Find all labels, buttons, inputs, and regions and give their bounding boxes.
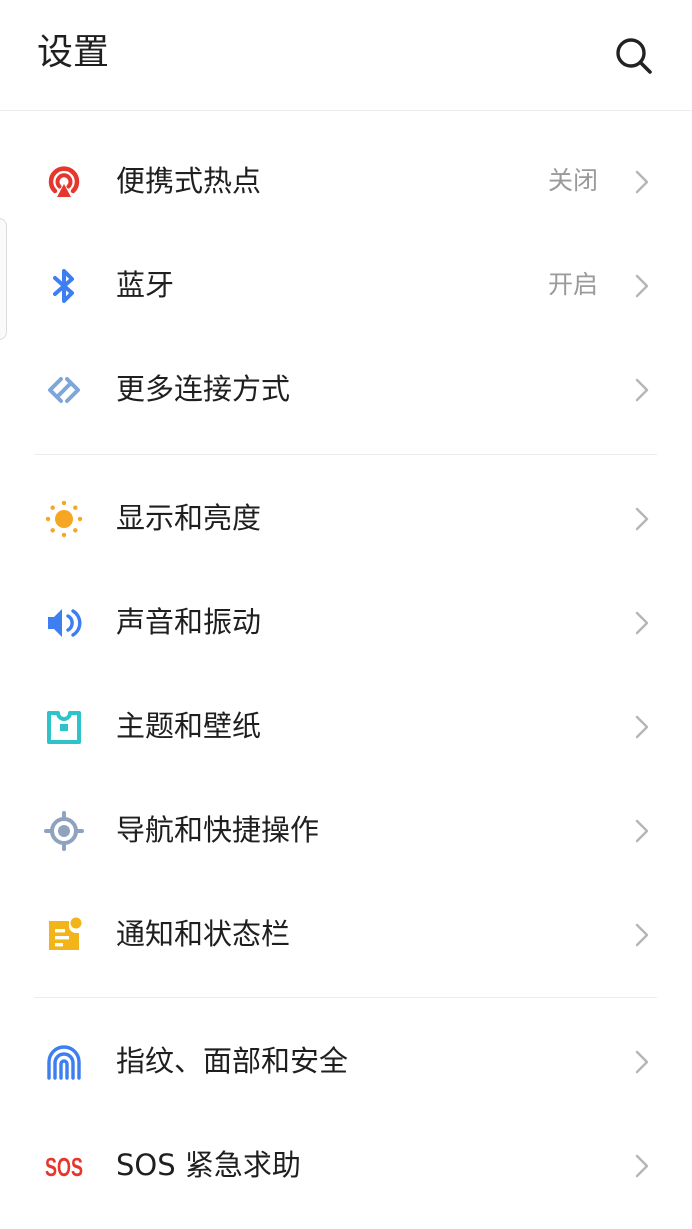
- item-label: 声音和振动: [116, 605, 262, 639]
- item-label: 蓝牙: [116, 268, 175, 302]
- connection-icon: [44, 370, 84, 410]
- notification-icon: [44, 915, 84, 955]
- hotspot-icon: [44, 162, 84, 202]
- item-label: 通知和状态栏: [116, 917, 291, 951]
- chevron-right-icon: [632, 609, 652, 637]
- item-label: 指纹、面部和安全: [116, 1044, 349, 1078]
- sun-icon: [44, 499, 84, 539]
- chevron-right-icon: [632, 168, 652, 196]
- speaker-icon: [44, 603, 84, 643]
- settings-item-hotspot[interactable]: 便携式热点 关闭: [0, 130, 692, 234]
- item-label: 显示和亮度: [116, 501, 262, 535]
- settings-item-navigation[interactable]: 导航和快捷操作: [0, 779, 692, 883]
- navigation-icon: [44, 811, 84, 851]
- item-label: SOS 紧急求助: [116, 1148, 301, 1182]
- chevron-right-icon: [632, 376, 652, 404]
- theme-icon: [44, 707, 84, 747]
- chevron-right-icon: [632, 272, 652, 300]
- settings-item-bluetooth[interactable]: 蓝牙 开启: [0, 234, 692, 338]
- chevron-right-icon: [632, 921, 652, 949]
- settings-item-notifications[interactable]: 通知和状态栏: [0, 883, 692, 987]
- bluetooth-icon: [44, 266, 84, 306]
- search-icon: [616, 38, 652, 74]
- settings-item-display[interactable]: 显示和亮度: [0, 467, 692, 571]
- item-label: 导航和快捷操作: [116, 813, 320, 847]
- item-status: 开启: [547, 270, 598, 299]
- chevron-right-icon: [632, 505, 652, 533]
- item-label: 更多连接方式: [116, 372, 291, 406]
- sos-icon-text: SOS: [45, 1152, 83, 1182]
- section-divider: [34, 454, 657, 455]
- item-label: 便携式热点: [116, 164, 262, 198]
- item-status: 关闭: [547, 166, 598, 195]
- page-title: 设置: [37, 32, 110, 73]
- chevron-right-icon: [632, 713, 652, 741]
- settings-item-sound[interactable]: 声音和振动: [0, 571, 692, 675]
- search-button[interactable]: [612, 34, 656, 78]
- section-divider: [34, 997, 657, 998]
- header-bar: 设置: [0, 0, 692, 111]
- chevron-right-icon: [632, 1152, 652, 1180]
- settings-item-sos[interactable]: SOS SOS 紧急求助: [0, 1114, 692, 1218]
- sos-icon: SOS: [44, 1146, 84, 1186]
- fingerprint-icon: [44, 1042, 84, 1082]
- settings-item-security[interactable]: 指纹、面部和安全: [0, 1010, 692, 1114]
- settings-item-theme[interactable]: 主题和壁纸: [0, 675, 692, 779]
- chevron-right-icon: [632, 1048, 652, 1076]
- settings-item-more-connections[interactable]: 更多连接方式: [0, 338, 692, 442]
- item-label: 主题和壁纸: [116, 709, 262, 743]
- chevron-right-icon: [632, 817, 652, 845]
